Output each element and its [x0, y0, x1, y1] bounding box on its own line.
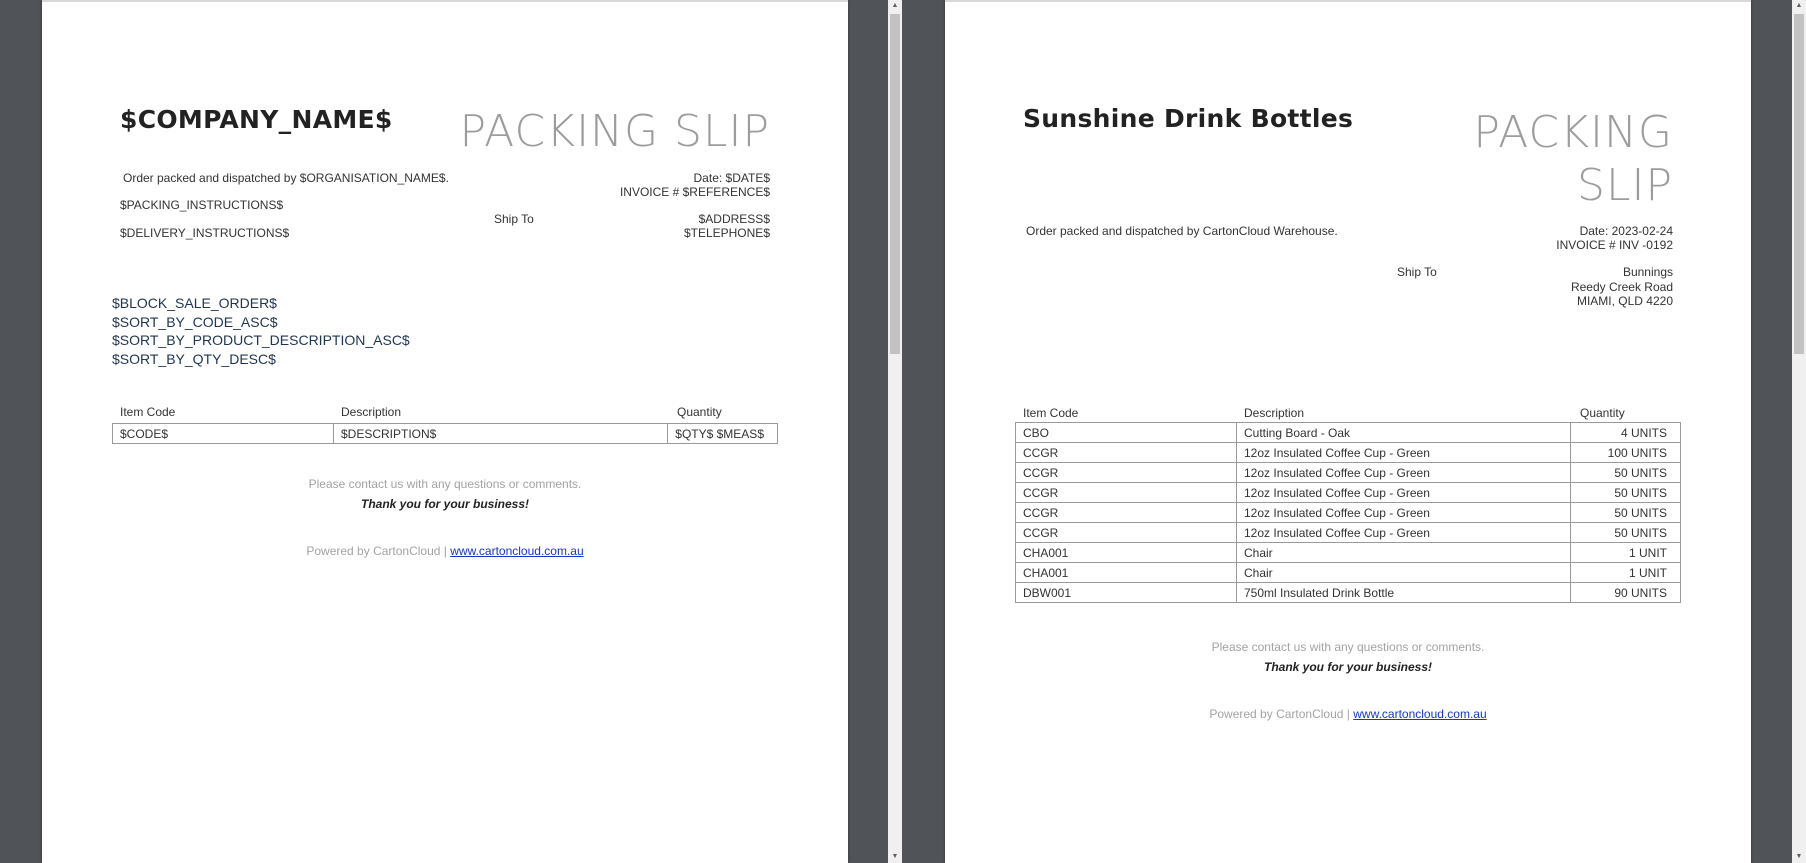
cell-quantity: 1 UNIT [1570, 542, 1681, 563]
company-name: $COMPANY_NAME$ [120, 105, 393, 134]
scroll-up-icon[interactable]: ▲ [888, 0, 902, 12]
table-row: CCGR 12oz Insulated Coffee Cup - Green 50 … [1015, 502, 1681, 523]
page-title: PACKING SLIP [459, 106, 770, 157]
packed-by-text: Order packed and dispatched by $ORGANISA… [123, 171, 449, 185]
cell-description: $DESCRIPTION$ [333, 423, 668, 444]
cell-description: Chair [1236, 562, 1571, 583]
contact-text: Please contact us with any questions or … [308, 477, 582, 491]
scroll-down-icon[interactable]: ▼ [888, 851, 902, 863]
table-row: CCGR 12oz Insulated Coffee Cup - Green 50 … [1015, 482, 1681, 503]
cell-quantity: 4 UNITS [1570, 422, 1681, 443]
table-row: CBO Cutting Board - Oak 4 UNITS [1015, 422, 1681, 443]
table-row: CCGR 12oz Insulated Coffee Cup - Green 50 … [1015, 462, 1681, 483]
powered-by-text: Powered by CartonCloud | [1209, 707, 1350, 721]
left-scrollbar[interactable]: ▲ ▼ [888, 0, 902, 863]
cell-item-code: CCGR [1015, 442, 1237, 463]
date-field: Date: $DATE$ [693, 171, 770, 185]
column-header-quantity: Quantity [1580, 406, 1625, 420]
company-name: Sunshine Drink Bottles [1023, 104, 1354, 133]
cell-item-code: CHA001 [1015, 542, 1237, 563]
cell-item-code: CCGR [1015, 462, 1237, 483]
table-row: DBW001 750ml Insulated Drink Bottle 90 UNI… [1015, 582, 1681, 603]
column-header-item-code: Item Code [120, 405, 176, 419]
cell-description: 12oz Insulated Coffee Cup - Green [1236, 502, 1571, 523]
powered-by-footer: Powered by CartonCloud | www.cartoncloud… [42, 544, 848, 558]
template-line: $SORT_BY_PRODUCT_DESCRIPTION_ASC$ [112, 332, 410, 348]
template-preview-pane: $COMPANY_NAME$ PACKING SLIP Order packed… [0, 0, 888, 863]
powered-by-footer: Powered by CartonCloud | www.cartoncloud… [945, 707, 1751, 721]
packing-instructions: $PACKING_INSTRUCTIONS$ [120, 198, 284, 212]
right-scrollbar[interactable]: ▲ ▼ [1792, 0, 1806, 863]
table-row: CHA001 Chair 1 UNIT [1015, 562, 1681, 583]
page-title-line: PACKING [1473, 107, 1673, 158]
scroll-thumb[interactable] [890, 14, 900, 354]
address-line: MIAMI, QLD 4220 [1576, 294, 1673, 308]
thank-you-text: Thank you for your business! [1263, 660, 1433, 674]
column-header-description: Description [341, 405, 402, 419]
table-row: CCGR 12oz Insulated Coffee Cup - Green 100… [1015, 442, 1681, 463]
cell-item-code: CCGR [1015, 522, 1237, 543]
template-page: $COMPANY_NAME$ PACKING SLIP Order packed… [42, 0, 848, 863]
ship-to-label: Ship To [494, 212, 534, 226]
cell-item-code: CCGR [1015, 482, 1237, 503]
cell-item-code: CBO [1015, 422, 1237, 443]
cell-quantity: 50 UNITS [1570, 522, 1681, 543]
cell-description: Chair [1236, 542, 1571, 563]
table-row: CHA001 Chair 1 UNIT [1015, 542, 1681, 563]
address-block: Bunnings Reedy Creek Road MIAMI, QLD 422… [1571, 265, 1673, 309]
scroll-down-icon[interactable]: ▼ [1792, 851, 1806, 863]
template-line: $SORT_BY_QTY_DESC$ [112, 350, 276, 367]
cell-item-code: CHA001 [1015, 562, 1237, 583]
rendered-preview-pane: Sunshine Drink Bottles PACKING SLIP Orde… [902, 0, 1806, 863]
address-line: Bunnings [1622, 265, 1673, 279]
address-line: Reedy Creek Road [1570, 279, 1673, 294]
cell-item-code: CCGR [1015, 502, 1237, 523]
scroll-thumb[interactable] [1794, 14, 1804, 354]
column-header-description: Description [1244, 406, 1305, 420]
cell-quantity: 1 UNIT [1570, 562, 1681, 583]
address-field: $ADDRESS$ [698, 212, 770, 226]
ship-to-label: Ship To [1397, 265, 1437, 279]
cell-quantity: 100 UNITS [1570, 442, 1681, 463]
template-block-list: $BLOCK_SALE_ORDER$ $SORT_BY_CODE_ASC$ $S… [112, 294, 410, 368]
thank-you-text: Thank you for your business! [360, 497, 530, 511]
cartoncloud-link[interactable]: www.cartoncloud.com.au [1353, 707, 1486, 721]
cell-quantity: 50 UNITS [1570, 462, 1681, 483]
cell-item-code: $CODE$ [112, 423, 334, 444]
page-title-line: SLIP [1577, 160, 1673, 211]
table-row: $CODE$ $DESCRIPTION$ $QTY$ $MEAS$ [112, 423, 778, 444]
delivery-instructions: $DELIVERY_INSTRUCTIONS$ [120, 226, 290, 240]
cell-description: Cutting Board - Oak [1236, 422, 1571, 443]
items-table: CBO Cutting Board - Oak 4 UNITS CCGR 12oz In… [1015, 422, 1681, 603]
powered-by-text: Powered by CartonCloud | [306, 544, 447, 558]
column-header-quantity: Quantity [677, 405, 722, 419]
cell-quantity: $QTY$ $MEAS$ [667, 423, 778, 444]
cell-quantity: 90 UNITS [1570, 582, 1681, 603]
cell-description: 750ml Insulated Drink Bottle [1236, 582, 1571, 603]
cell-item-code: DBW001 [1015, 582, 1237, 603]
date-field: Date: 2023-02-24 [1579, 224, 1673, 238]
cell-description: 12oz Insulated Coffee Cup - Green [1236, 462, 1571, 483]
cartoncloud-link[interactable]: www.cartoncloud.com.au [450, 544, 583, 558]
template-line: $SORT_BY_CODE_ASC$ [112, 313, 278, 330]
items-table: $CODE$ $DESCRIPTION$ $QTY$ $MEAS$ [112, 423, 778, 444]
scroll-up-icon[interactable]: ▲ [1792, 0, 1806, 12]
cell-quantity: 50 UNITS [1570, 482, 1681, 503]
table-row: CCGR 12oz Insulated Coffee Cup - Green 50 … [1015, 522, 1681, 543]
rendered-page: Sunshine Drink Bottles PACKING SLIP Orde… [945, 0, 1751, 863]
template-line: $BLOCK_SALE_ORDER$ [112, 295, 277, 311]
invoice-field: INVOICE # INV -0192 [1556, 238, 1673, 252]
column-header-item-code: Item Code [1023, 406, 1079, 420]
packed-by-text: Order packed and dispatched by CartonClo… [1026, 224, 1338, 238]
cell-description: 12oz Insulated Coffee Cup - Green [1236, 442, 1571, 463]
cell-quantity: 50 UNITS [1570, 502, 1681, 523]
contact-text: Please contact us with any questions or … [1211, 640, 1485, 654]
cell-description: 12oz Insulated Coffee Cup - Green [1236, 482, 1571, 503]
invoice-field: INVOICE # $REFERENCE$ [619, 185, 770, 199]
page-title: PACKING SLIP [1473, 106, 1673, 212]
cell-description: 12oz Insulated Coffee Cup - Green [1236, 522, 1571, 543]
telephone-field: $TELEPHONE$ [683, 226, 770, 240]
